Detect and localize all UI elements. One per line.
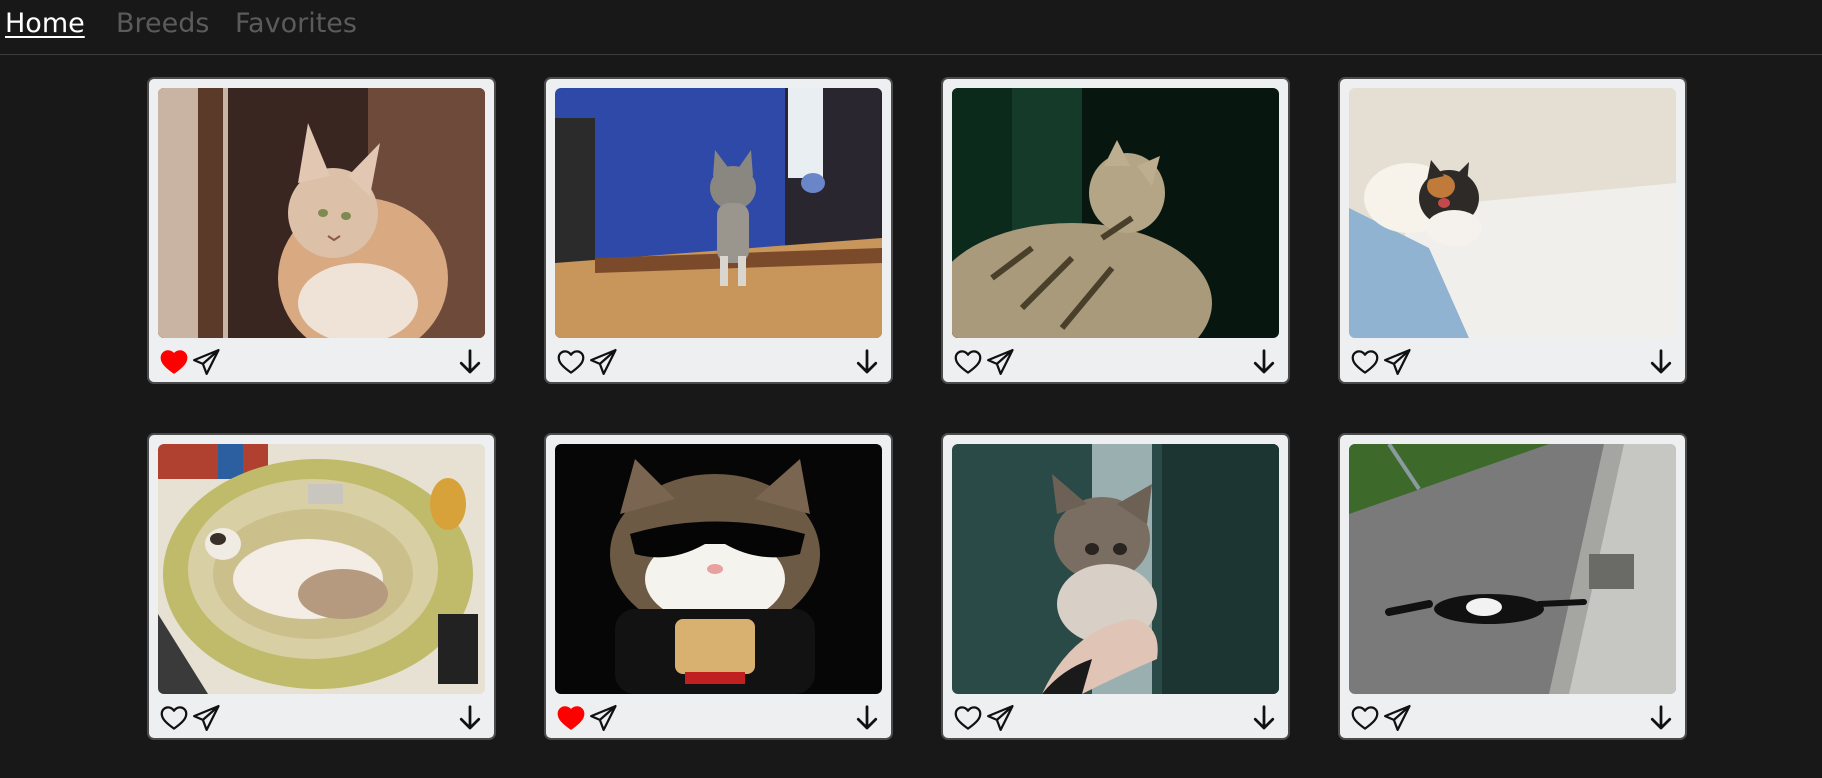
nav-breeds[interactable]: Breeds xyxy=(116,8,209,40)
cat-card xyxy=(941,77,1290,384)
arrow-down-icon[interactable] xyxy=(852,347,882,377)
nav-favorites[interactable]: Favorites xyxy=(235,8,357,40)
cat-card xyxy=(147,433,496,740)
heart-icon[interactable] xyxy=(556,347,586,377)
cat-photo[interactable] xyxy=(1349,444,1676,694)
arrow-down-icon[interactable] xyxy=(1646,347,1676,377)
cat-photo[interactable] xyxy=(952,444,1279,694)
cat-card xyxy=(147,77,496,384)
cat-photo[interactable] xyxy=(1349,88,1676,338)
heart-icon[interactable] xyxy=(953,347,983,377)
heart-icon[interactable] xyxy=(953,703,983,733)
cat-photo[interactable] xyxy=(952,88,1279,338)
send-icon[interactable] xyxy=(1382,347,1412,377)
arrow-down-icon[interactable] xyxy=(1249,347,1279,377)
cat-photo[interactable] xyxy=(158,444,485,694)
send-icon[interactable] xyxy=(985,347,1015,377)
heart-icon[interactable] xyxy=(1350,703,1380,733)
arrow-down-icon[interactable] xyxy=(852,703,882,733)
arrow-down-icon[interactable] xyxy=(1249,703,1279,733)
heart-icon[interactable] xyxy=(159,347,189,377)
nav-home[interactable]: Home xyxy=(5,8,85,40)
heart-icon[interactable] xyxy=(556,703,586,733)
cat-photo[interactable] xyxy=(158,88,485,338)
send-icon[interactable] xyxy=(985,703,1015,733)
cat-photo[interactable] xyxy=(555,88,882,338)
send-icon[interactable] xyxy=(191,347,221,377)
cat-card xyxy=(1338,77,1687,384)
send-icon[interactable] xyxy=(191,703,221,733)
send-icon[interactable] xyxy=(588,703,618,733)
cat-card xyxy=(1338,433,1687,740)
cat-card xyxy=(941,433,1290,740)
top-nav: Home Breeds Favorites xyxy=(0,0,1822,55)
cat-card xyxy=(544,77,893,384)
send-icon[interactable] xyxy=(1382,703,1412,733)
send-icon[interactable] xyxy=(588,347,618,377)
heart-icon[interactable] xyxy=(159,703,189,733)
cat-card xyxy=(544,433,893,740)
cat-photo[interactable] xyxy=(555,444,882,694)
arrow-down-icon[interactable] xyxy=(1646,703,1676,733)
arrow-down-icon[interactable] xyxy=(455,347,485,377)
heart-icon[interactable] xyxy=(1350,347,1380,377)
arrow-down-icon[interactable] xyxy=(455,703,485,733)
